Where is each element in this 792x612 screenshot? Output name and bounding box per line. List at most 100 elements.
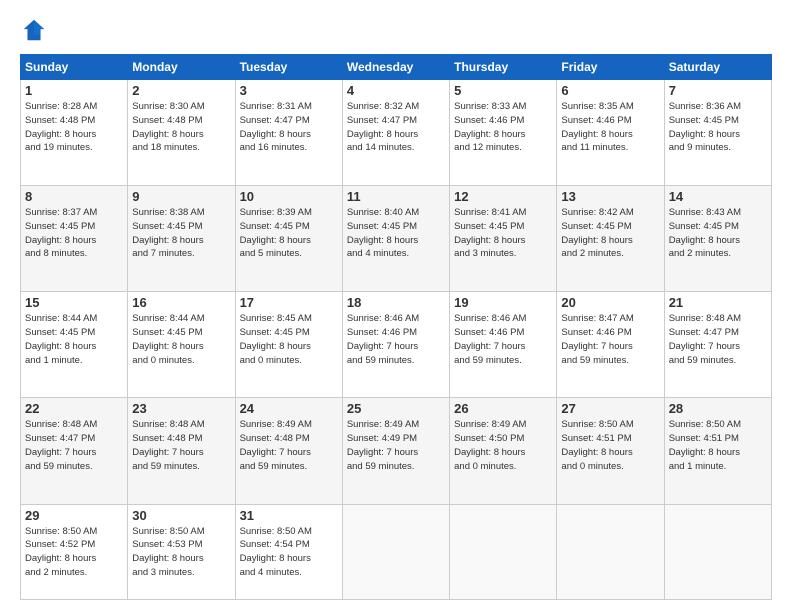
day-cell: 28 Sunrise: 8:50 AM Sunset: 4:51 PM Dayli… xyxy=(664,398,771,504)
week-row-1: 1 Sunrise: 8:28 AM Sunset: 4:48 PM Daylig… xyxy=(21,80,772,186)
day-info: Sunrise: 8:39 AM Sunset: 4:45 PM Dayligh… xyxy=(240,206,338,261)
day-cell: 10 Sunrise: 8:39 AM Sunset: 4:45 PM Dayli… xyxy=(235,186,342,292)
day-number: 16 xyxy=(132,295,230,310)
day-number: 4 xyxy=(347,83,445,98)
column-header-sunday: Sunday xyxy=(21,55,128,80)
day-cell: 18Sunrise: 8:46 AM Sunset: 4:46 PM Dayli… xyxy=(342,292,449,398)
column-header-friday: Friday xyxy=(557,55,664,80)
day-info: Sunrise: 8:44 AM Sunset: 4:45 PM Dayligh… xyxy=(132,312,230,367)
day-number: 2 xyxy=(132,83,230,98)
day-cell: 20 Sunrise: 8:47 AM Sunset: 4:46 PM Dayli… xyxy=(557,292,664,398)
day-cell: 22 Sunrise: 8:48 AM Sunset: 4:47 PM Dayli… xyxy=(21,398,128,504)
day-info: Sunrise: 8:44 AM Sunset: 4:45 PM Dayligh… xyxy=(25,312,123,367)
day-info: Sunrise: 8:50 AM Sunset: 4:52 PM Dayligh… xyxy=(25,525,123,580)
day-info: Sunrise: 8:35 AM Sunset: 4:46 PM Dayligh… xyxy=(561,100,659,155)
day-number: 9 xyxy=(132,189,230,204)
day-cell: 16 Sunrise: 8:44 AM Sunset: 4:45 PM Dayli… xyxy=(128,292,235,398)
day-number: 13 xyxy=(561,189,659,204)
day-cell: 23Sunrise: 8:48 AM Sunset: 4:48 PM Dayli… xyxy=(128,398,235,504)
day-cell: 26Sunrise: 8:49 AM Sunset: 4:50 PM Dayli… xyxy=(450,398,557,504)
day-cell: 3 Sunrise: 8:31 AM Sunset: 4:47 PM Daylig… xyxy=(235,80,342,186)
day-number: 30 xyxy=(132,508,230,523)
day-info: Sunrise: 8:46 AM Sunset: 4:46 PM Dayligh… xyxy=(454,312,552,367)
day-cell: 21 Sunrise: 8:48 AM Sunset: 4:47 PM Dayli… xyxy=(664,292,771,398)
day-cell: 6 Sunrise: 8:35 AM Sunset: 4:46 PM Daylig… xyxy=(557,80,664,186)
day-info: Sunrise: 8:48 AM Sunset: 4:48 PM Dayligh… xyxy=(132,418,230,473)
day-info: Sunrise: 8:38 AM Sunset: 4:45 PM Dayligh… xyxy=(132,206,230,261)
day-info: Sunrise: 8:30 AM Sunset: 4:48 PM Dayligh… xyxy=(132,100,230,155)
day-info: Sunrise: 8:49 AM Sunset: 4:49 PM Dayligh… xyxy=(347,418,445,473)
day-cell xyxy=(664,504,771,599)
week-row-5: 29 Sunrise: 8:50 AM Sunset: 4:52 PM Dayli… xyxy=(21,504,772,599)
day-number: 3 xyxy=(240,83,338,98)
week-row-3: 15 Sunrise: 8:44 AM Sunset: 4:45 PM Dayli… xyxy=(21,292,772,398)
day-info: Sunrise: 8:48 AM Sunset: 4:47 PM Dayligh… xyxy=(25,418,123,473)
day-number: 29 xyxy=(25,508,123,523)
day-number: 1 xyxy=(25,83,123,98)
week-row-2: 8 Sunrise: 8:37 AM Sunset: 4:45 PM Daylig… xyxy=(21,186,772,292)
day-cell xyxy=(342,504,449,599)
day-number: 24 xyxy=(240,401,338,416)
column-header-tuesday: Tuesday xyxy=(235,55,342,80)
day-cell: 17 Sunrise: 8:45 AM Sunset: 4:45 PM Dayli… xyxy=(235,292,342,398)
day-cell: 1 Sunrise: 8:28 AM Sunset: 4:48 PM Daylig… xyxy=(21,80,128,186)
day-cell: 8 Sunrise: 8:37 AM Sunset: 4:45 PM Daylig… xyxy=(21,186,128,292)
day-info: Sunrise: 8:40 AM Sunset: 4:45 PM Dayligh… xyxy=(347,206,445,261)
day-info: Sunrise: 8:50 AM Sunset: 4:51 PM Dayligh… xyxy=(669,418,767,473)
day-info: Sunrise: 8:49 AM Sunset: 4:48 PM Dayligh… xyxy=(240,418,338,473)
calendar-header-row: SundayMondayTuesdayWednesdayThursdayFrid… xyxy=(21,55,772,80)
day-info: Sunrise: 8:50 AM Sunset: 4:51 PM Dayligh… xyxy=(561,418,659,473)
column-header-thursday: Thursday xyxy=(450,55,557,80)
day-number: 6 xyxy=(561,83,659,98)
day-cell: 25 Sunrise: 8:49 AM Sunset: 4:49 PM Dayli… xyxy=(342,398,449,504)
day-cell xyxy=(450,504,557,599)
day-number: 7 xyxy=(669,83,767,98)
day-info: Sunrise: 8:42 AM Sunset: 4:45 PM Dayligh… xyxy=(561,206,659,261)
header xyxy=(20,16,772,44)
day-cell: 27 Sunrise: 8:50 AM Sunset: 4:51 PM Dayli… xyxy=(557,398,664,504)
day-number: 22 xyxy=(25,401,123,416)
day-number: 27 xyxy=(561,401,659,416)
day-cell: 13 Sunrise: 8:42 AM Sunset: 4:45 PM Dayli… xyxy=(557,186,664,292)
day-cell: 30 Sunrise: 8:50 AM Sunset: 4:53 PM Dayli… xyxy=(128,504,235,599)
day-info: Sunrise: 8:31 AM Sunset: 4:47 PM Dayligh… xyxy=(240,100,338,155)
day-info: Sunrise: 8:32 AM Sunset: 4:47 PM Dayligh… xyxy=(347,100,445,155)
day-info: Sunrise: 8:47 AM Sunset: 4:46 PM Dayligh… xyxy=(561,312,659,367)
column-header-saturday: Saturday xyxy=(664,55,771,80)
day-number: 28 xyxy=(669,401,767,416)
day-number: 19 xyxy=(454,295,552,310)
day-cell: 5Sunrise: 8:33 AM Sunset: 4:46 PM Daylig… xyxy=(450,80,557,186)
day-cell: 14Sunrise: 8:43 AM Sunset: 4:45 PM Dayli… xyxy=(664,186,771,292)
day-info: Sunrise: 8:48 AM Sunset: 4:47 PM Dayligh… xyxy=(669,312,767,367)
day-cell: 15 Sunrise: 8:44 AM Sunset: 4:45 PM Dayli… xyxy=(21,292,128,398)
day-info: Sunrise: 8:50 AM Sunset: 4:53 PM Dayligh… xyxy=(132,525,230,580)
day-number: 11 xyxy=(347,189,445,204)
day-info: Sunrise: 8:36 AM Sunset: 4:45 PM Dayligh… xyxy=(669,100,767,155)
day-number: 26 xyxy=(454,401,552,416)
day-cell: 7 Sunrise: 8:36 AM Sunset: 4:45 PM Daylig… xyxy=(664,80,771,186)
day-number: 17 xyxy=(240,295,338,310)
logo xyxy=(20,16,52,44)
day-number: 20 xyxy=(561,295,659,310)
day-number: 8 xyxy=(25,189,123,204)
day-info: Sunrise: 8:43 AM Sunset: 4:45 PM Dayligh… xyxy=(669,206,767,261)
day-number: 10 xyxy=(240,189,338,204)
day-cell: 19 Sunrise: 8:46 AM Sunset: 4:46 PM Dayli… xyxy=(450,292,557,398)
day-info: Sunrise: 8:45 AM Sunset: 4:45 PM Dayligh… xyxy=(240,312,338,367)
day-number: 15 xyxy=(25,295,123,310)
day-info: Sunrise: 8:28 AM Sunset: 4:48 PM Dayligh… xyxy=(25,100,123,155)
day-info: Sunrise: 8:46 AM Sunset: 4:46 PM Dayligh… xyxy=(347,312,445,367)
day-number: 5 xyxy=(454,83,552,98)
logo-icon xyxy=(20,16,48,44)
day-cell: 9 Sunrise: 8:38 AM Sunset: 4:45 PM Daylig… xyxy=(128,186,235,292)
calendar-table: SundayMondayTuesdayWednesdayThursdayFrid… xyxy=(20,54,772,600)
day-number: 21 xyxy=(669,295,767,310)
day-cell: 12Sunrise: 8:41 AM Sunset: 4:45 PM Dayli… xyxy=(450,186,557,292)
day-number: 25 xyxy=(347,401,445,416)
day-cell: 31Sunrise: 8:50 AM Sunset: 4:54 PM Dayli… xyxy=(235,504,342,599)
week-row-4: 22 Sunrise: 8:48 AM Sunset: 4:47 PM Dayli… xyxy=(21,398,772,504)
day-cell: 4 Sunrise: 8:32 AM Sunset: 4:47 PM Daylig… xyxy=(342,80,449,186)
day-info: Sunrise: 8:37 AM Sunset: 4:45 PM Dayligh… xyxy=(25,206,123,261)
column-header-monday: Monday xyxy=(128,55,235,80)
column-header-wednesday: Wednesday xyxy=(342,55,449,80)
